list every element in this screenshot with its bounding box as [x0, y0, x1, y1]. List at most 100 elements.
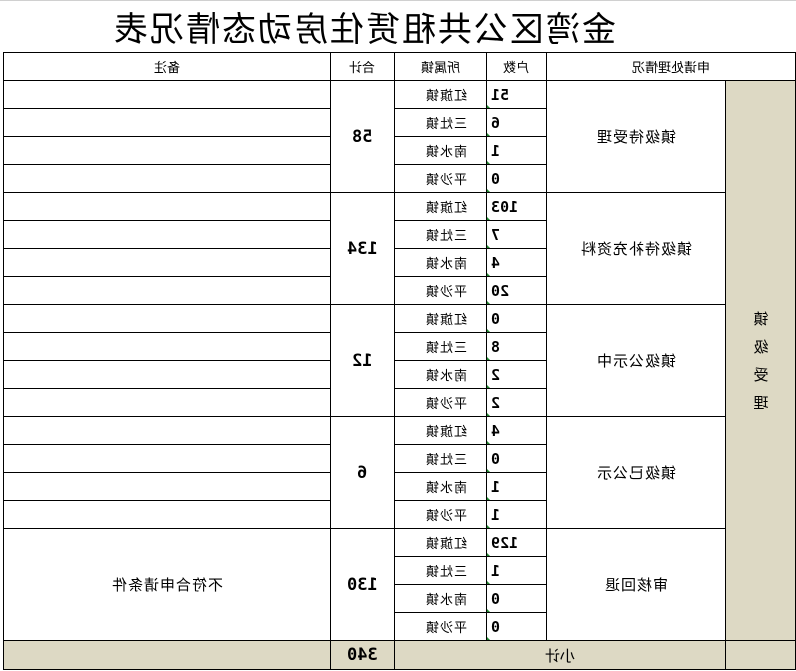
group-total-cell[interactable]: 6 [329, 416, 395, 529]
count-cell[interactable]: 103 [485, 192, 547, 221]
header-status[interactable]: 申请处理情况 [545, 52, 796, 81]
town-cell[interactable]: 红旗镇 [393, 192, 487, 221]
count-cell[interactable]: 51 [485, 80, 547, 109]
subtotal-label-cell[interactable]: 小计 [393, 640, 727, 670]
group-total-cell[interactable]: 58 [329, 80, 395, 193]
town-cell-text: 平沙镇 [424, 621, 467, 636]
town-cell[interactable]: 平沙镇 [393, 388, 487, 417]
remark-cell-text: 不符合申请条件 [110, 576, 223, 594]
town-cell-text: 平沙镇 [424, 285, 467, 300]
town-cell[interactable]: 南水镇 [393, 248, 487, 277]
town-cell[interactable]: 南水镇 [393, 472, 487, 501]
status-cell[interactable]: 镇级已公示 [545, 416, 727, 529]
count-cell[interactable]: 7 [485, 220, 547, 249]
remark-cell[interactable] [3, 108, 331, 137]
remark-cell[interactable] [3, 500, 331, 529]
town-cell[interactable]: 三灶镇 [393, 556, 487, 585]
count-cell-text: 0 [490, 617, 500, 636]
town-cell[interactable]: 南水镇 [393, 136, 487, 165]
town-cell[interactable]: 三灶镇 [393, 332, 487, 361]
header-row: 备注 合计 所属镇 户数 申请处理情况 [3, 52, 796, 81]
remark-cell[interactable] [3, 416, 331, 445]
count-cell[interactable]: 0 [485, 304, 547, 333]
remark-cell[interactable] [3, 276, 331, 305]
remark-cell[interactable] [3, 164, 331, 193]
count-cell-text: 1 [490, 477, 500, 496]
count-cell[interactable]: 0 [485, 612, 547, 641]
remark-cell[interactable] [3, 388, 331, 417]
count-cell[interactable]: 1 [485, 472, 547, 501]
count-cell-text: 51 [490, 85, 509, 104]
town-cell[interactable]: 南水镇 [393, 584, 487, 613]
remark-cell[interactable] [3, 472, 331, 501]
remark-cell[interactable] [3, 360, 331, 389]
town-cell[interactable]: 红旗镇 [393, 528, 487, 557]
count-cell[interactable]: 4 [485, 416, 547, 445]
remark-cell[interactable] [3, 220, 331, 249]
town-cell-text: 红旗镇 [424, 537, 467, 552]
subtotal-value-cell[interactable]: 340 [329, 640, 395, 670]
town-cell-text: 红旗镇 [424, 313, 467, 328]
housing-status-table: 备注 合计 所属镇 户数 申请处理情况 58 红旗镇 51 镇级待受理镇级受理三灶镇 6… [3, 52, 796, 670]
header-town[interactable]: 所属镇 [393, 52, 487, 81]
status-cell[interactable]: 镇级公示中 [545, 304, 727, 417]
remark-cell[interactable] [3, 332, 331, 361]
side-label-char: 镇 [753, 309, 769, 328]
count-cell[interactable]: 20 [485, 276, 547, 305]
count-cell[interactable]: 4 [485, 248, 547, 277]
town-cell[interactable]: 红旗镇 [393, 304, 487, 333]
count-cell[interactable]: 1 [485, 556, 547, 585]
count-cell-text: 1 [490, 141, 500, 160]
remark-cell[interactable] [3, 304, 331, 333]
status-cell[interactable]: 审核回退 [545, 528, 727, 641]
count-cell[interactable]: 2 [485, 360, 547, 389]
remark-cell[interactable] [3, 136, 331, 165]
count-cell[interactable]: 2 [485, 388, 547, 417]
town-cell[interactable]: 红旗镇 [393, 80, 487, 109]
count-cell[interactable]: 0 [485, 584, 547, 613]
count-cell-text: 8 [490, 337, 500, 356]
count-cell[interactable]: 129 [485, 528, 547, 557]
header-total[interactable]: 合计 [329, 52, 395, 81]
count-cell-text: 4 [490, 421, 500, 440]
status-cell-text: 镇级待补充资料 [579, 240, 692, 258]
count-cell-text: 4 [490, 253, 500, 272]
town-cell[interactable]: 平沙镇 [393, 276, 487, 305]
town-cell-text: 三灶镇 [424, 453, 467, 468]
side-category-cell[interactable]: 镇级受理 [725, 80, 796, 641]
count-cell[interactable]: 8 [485, 332, 547, 361]
group-total-cell-text: 58 [352, 126, 373, 147]
status-cell[interactable]: 镇级待受理 [545, 80, 727, 193]
subtotal-empty-cell[interactable] [3, 640, 331, 670]
count-cell[interactable]: 0 [485, 444, 547, 473]
town-cell[interactable]: 平沙镇 [393, 500, 487, 529]
header-count[interactable]: 户数 [485, 52, 547, 81]
count-cell[interactable]: 1 [485, 136, 547, 165]
town-cell[interactable]: 红旗镇 [393, 416, 487, 445]
group-total-cell[interactable]: 134 [329, 192, 395, 305]
count-cell[interactable]: 0 [485, 164, 547, 193]
town-cell[interactable]: 南水镇 [393, 360, 487, 389]
count-cell[interactable]: 6 [485, 108, 547, 137]
subtotal-side-cell[interactable] [725, 640, 796, 670]
group-total-cell[interactable]: 130 [329, 528, 395, 641]
town-cell-text: 红旗镇 [424, 89, 467, 104]
remark-cell[interactable] [3, 248, 331, 277]
town-cell[interactable]: 三灶镇 [393, 108, 487, 137]
remark-cell[interactable]: 不符合申请条件 [3, 528, 331, 641]
status-cell[interactable]: 镇级待补充资料 [545, 192, 727, 305]
count-cell-text: 103 [490, 197, 518, 216]
town-cell[interactable]: 平沙镇 [393, 612, 487, 641]
header-remark[interactable]: 备注 [3, 52, 331, 81]
count-cell[interactable]: 1 [485, 500, 547, 529]
count-cell-text: 0 [490, 309, 500, 328]
status-cell-text: 镇级待受理 [595, 128, 676, 146]
town-cell[interactable]: 三灶镇 [393, 220, 487, 249]
town-cell[interactable]: 三灶镇 [393, 444, 487, 473]
remark-cell[interactable] [3, 192, 331, 221]
town-cell[interactable]: 平沙镇 [393, 164, 487, 193]
remark-cell[interactable] [3, 444, 331, 473]
count-cell-text: 2 [490, 393, 500, 412]
group-total-cell[interactable]: 12 [329, 304, 395, 417]
remark-cell[interactable] [3, 80, 331, 109]
